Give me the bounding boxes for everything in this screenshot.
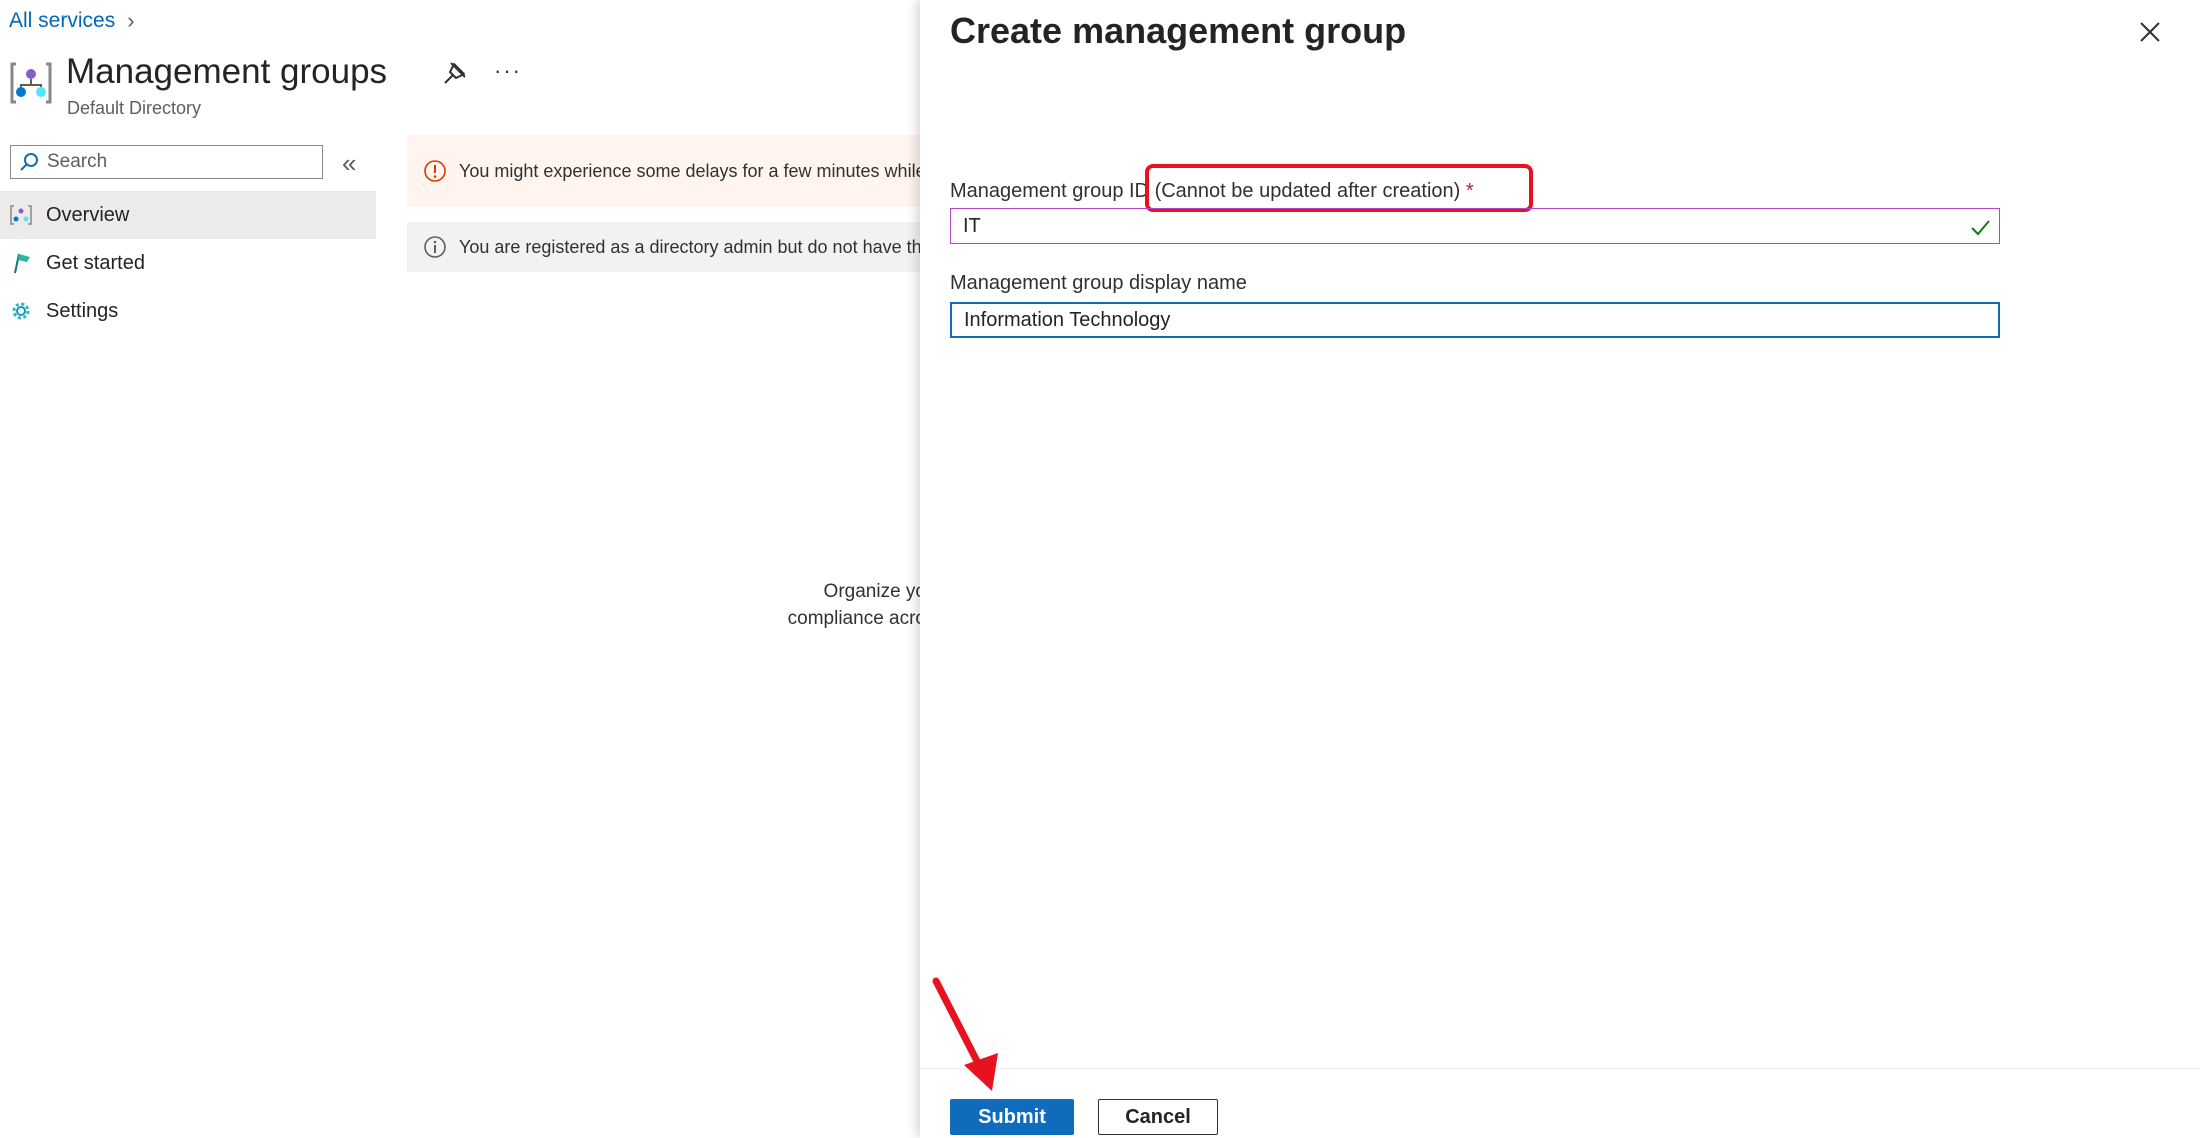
flag-icon — [14, 253, 30, 274]
breadcrumb: All services › — [9, 8, 135, 34]
breadcrumb-all-services-link[interactable]: All services — [9, 9, 115, 33]
sidebar-item-label: Get started — [46, 251, 145, 274]
management-group-id-input[interactable] — [951, 213, 1999, 239]
search-icon — [20, 153, 38, 171]
page-subtitle: Default Directory — [67, 98, 202, 118]
management-group-display-name-field[interactable] — [950, 302, 2000, 338]
pin-icon[interactable] — [442, 60, 468, 86]
annotation-highlight-box — [1145, 164, 1533, 212]
id-label-text: Management group ID — [950, 180, 1150, 202]
management-group-display-name-input[interactable] — [952, 307, 1998, 333]
search-input[interactable] — [45, 150, 309, 174]
sidebar-item-overview[interactable]: Overview — [0, 191, 376, 239]
checkmark-icon — [1971, 220, 1990, 236]
collapse-sidebar-icon[interactable]: « — [342, 148, 356, 179]
search-box[interactable] — [10, 145, 323, 179]
close-icon[interactable] — [2136, 18, 2164, 46]
sidebar-item-get-started[interactable]: Get started — [0, 239, 376, 287]
empty-state-line: Organize yo — [823, 581, 926, 602]
management-groups-icon — [10, 205, 32, 225]
info-banner: You are registered as a directory admin … — [407, 222, 927, 272]
info-icon — [424, 236, 446, 258]
annotation-arrow-icon — [932, 977, 998, 1091]
submit-button[interactable]: Submit — [950, 1099, 1074, 1135]
warning-banner-text: You might experience some delays for a f… — [459, 160, 926, 181]
gear-icon — [12, 302, 30, 320]
warning-info-icon — [424, 160, 446, 182]
page-title: Management groups — [66, 52, 388, 91]
create-management-group-panel: Create management group Management group… — [920, 0, 2200, 1138]
empty-state-text: Organize yo compliance acro — [740, 578, 926, 632]
management-groups-icon — [10, 62, 52, 104]
panel-title: Create management group — [950, 10, 1407, 51]
warning-banner: You might experience some delays for a f… — [407, 135, 927, 207]
sidebar-item-label: Overview — [46, 203, 130, 226]
footer-divider — [920, 1068, 2200, 1069]
sidebar-item-settings[interactable]: Settings — [0, 287, 376, 335]
info-banner-text: You are registered as a directory admin … — [459, 236, 922, 257]
cancel-button[interactable]: Cancel — [1098, 1099, 1218, 1135]
chevron-right-icon: › — [127, 8, 135, 33]
management-group-display-name-label: Management group display name — [950, 272, 1247, 294]
management-group-id-field[interactable] — [950, 208, 2000, 244]
more-options-icon[interactable]: ··· — [494, 58, 522, 84]
empty-state-line: compliance acro — [787, 608, 926, 629]
sidebar-item-label: Settings — [46, 299, 119, 322]
